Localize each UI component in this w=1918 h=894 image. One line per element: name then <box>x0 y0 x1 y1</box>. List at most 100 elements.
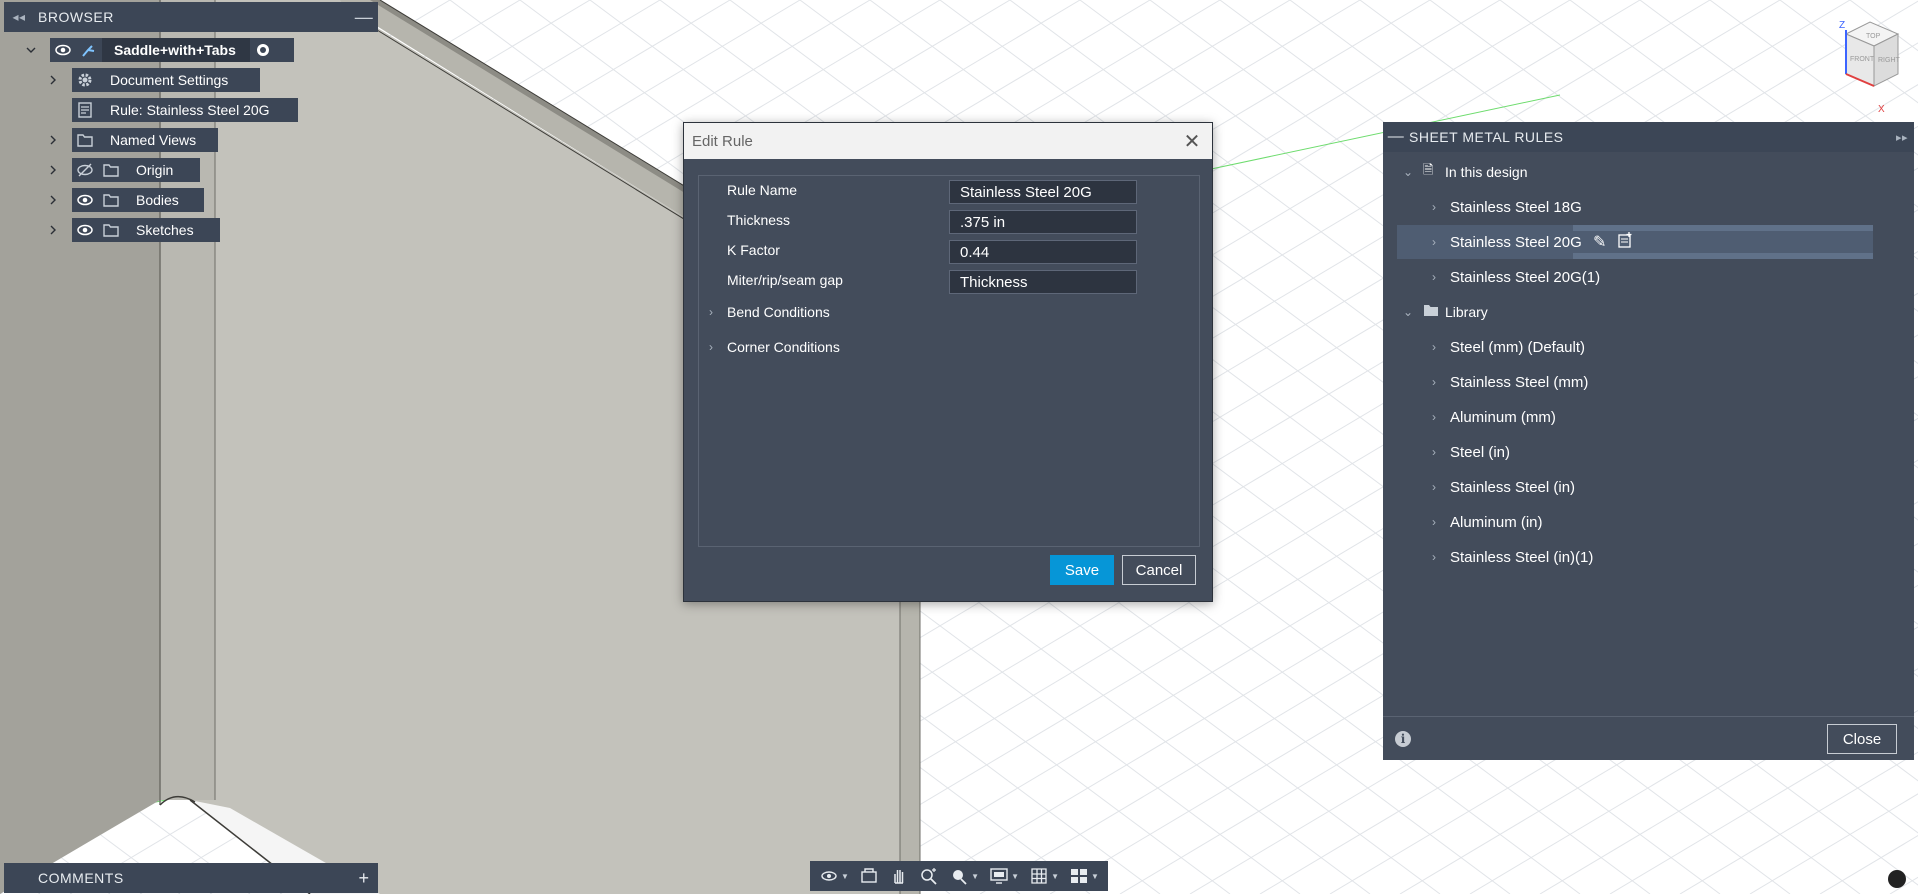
save-button[interactable]: Save <box>1050 555 1114 585</box>
gear-icon <box>72 68 98 92</box>
library-label: Library <box>1445 304 1488 320</box>
edit-pencil-icon[interactable]: ✎ <box>1593 232 1606 252</box>
library-item-label: Stainless Steel (in) <box>1450 478 1576 496</box>
library-item[interactable]: › Stainless Steel (in) <box>1383 470 1873 504</box>
chevron-right-icon[interactable] <box>46 188 60 212</box>
component-icon <box>76 38 102 62</box>
display-icon <box>990 868 1008 884</box>
eye-icon[interactable] <box>72 218 98 242</box>
library-item-label: Stainless Steel (in)(1) <box>1450 548 1594 566</box>
expand-panel-icon[interactable]: ▸▸ <box>1890 131 1914 144</box>
display-settings-button[interactable]: ▼ <box>989 866 1019 886</box>
rule-name-label: Rule Name <box>727 182 798 198</box>
sheet-metal-rule-icon <box>72 98 98 122</box>
rule-item-selected[interactable]: › Stainless Steel 20G ✎ <box>1397 225 1873 259</box>
chevron-right-icon[interactable] <box>46 218 60 242</box>
browser-title: BROWSER <box>38 9 114 25</box>
minimize-icon[interactable]: — <box>350 7 378 28</box>
root-label: Saddle+with+Tabs <box>102 38 250 62</box>
group-library[interactable]: ⌄ Library <box>1383 295 1873 329</box>
sketches-label: Sketches <box>136 222 194 238</box>
library-item-label: Aluminum (in) <box>1450 513 1543 531</box>
miter-gap-label: Miter/rip/seam gap <box>727 272 843 288</box>
library-item[interactable]: › Steel (in) <box>1383 435 1873 469</box>
chevron-right-icon: › <box>709 340 713 354</box>
chevron-right-icon[interactable]: › <box>1427 550 1441 564</box>
chevron-right-icon[interactable]: › <box>1427 270 1441 284</box>
library-item-label: Steel (mm) (Default) <box>1450 338 1586 356</box>
orbit-icon <box>821 871 837 881</box>
rule-item[interactable]: › Stainless Steel 20G(1) <box>1383 260 1873 294</box>
chevron-right-icon[interactable] <box>46 68 60 92</box>
close-icon[interactable]: ✕ <box>1172 129 1212 154</box>
eye-icon[interactable] <box>50 38 76 62</box>
library-item[interactable]: › Aluminum (in) <box>1383 505 1873 539</box>
pan-button[interactable] <box>889 866 909 886</box>
add-comment-icon[interactable]: + <box>350 868 378 889</box>
rule-item-label: Stainless Steel 18G <box>1450 198 1582 216</box>
chevron-right-icon[interactable]: › <box>1427 375 1441 389</box>
viewports-button[interactable]: ▼ <box>1069 866 1099 886</box>
zoom-icon <box>921 868 937 885</box>
rule-item-label: Stainless Steel 20G(1) <box>1450 268 1601 286</box>
comments-bar[interactable]: COMMENTS + <box>4 863 378 893</box>
folder-icon <box>98 188 124 212</box>
dialog-title: Edit Rule <box>692 132 753 150</box>
rules-header: — SHEET METAL RULES ▸▸ <box>1383 122 1914 152</box>
bend-conditions-expander[interactable]: › Bend Conditions <box>709 304 830 320</box>
radio-active-icon[interactable] <box>250 38 276 62</box>
fit-icon <box>953 870 967 885</box>
viewcube-top-label: TOP <box>1866 33 1881 40</box>
chevron-down-icon[interactable]: ⌄ <box>1401 165 1415 179</box>
library-item-label: Aluminum (mm) <box>1450 408 1556 426</box>
info-icon[interactable]: i <box>1395 731 1411 747</box>
orbit-button[interactable]: ▼ <box>819 866 849 886</box>
viewcube[interactable]: TOP FRONT RIGHT Z X <box>1806 16 1906 116</box>
close-button[interactable]: Close <box>1827 724 1897 754</box>
group-in-this-design[interactable]: ⌄ 🗎 In this design <box>1383 155 1873 189</box>
library-item[interactable]: › Steel (mm) (Default) <box>1383 330 1873 364</box>
corner-conditions-expander[interactable]: › Corner Conditions <box>709 339 840 355</box>
named-views-label: Named Views <box>110 132 197 148</box>
library-item-label: Steel (in) <box>1450 443 1511 461</box>
grid-icon <box>1031 868 1047 884</box>
rule-name-input[interactable]: Stainless Steel 20G <box>949 180 1137 204</box>
folder-icon <box>1423 303 1439 321</box>
miter-gap-select[interactable]: Thickness <box>949 270 1137 294</box>
chevron-right-icon[interactable]: › <box>1427 200 1441 214</box>
dialog-titlebar[interactable]: Edit Rule ✕ <box>684 123 1212 159</box>
zoom-button[interactable] <box>919 866 939 886</box>
look-at-button[interactable] <box>859 866 879 886</box>
eye-hidden-icon[interactable] <box>72 158 98 182</box>
eye-icon[interactable] <box>72 188 98 212</box>
chevron-right-icon[interactable]: › <box>1427 515 1441 529</box>
chevron-right-icon[interactable]: › <box>1427 480 1441 494</box>
chevron-down-icon[interactable]: ⌄ <box>1401 305 1415 319</box>
chevron-down-icon[interactable] <box>24 38 38 62</box>
collapse-panel-icon[interactable]: ◂◂ <box>4 10 34 24</box>
rule-item[interactable]: › Stainless Steel 18G <box>1383 190 1873 224</box>
k-factor-input[interactable]: 0.44 <box>949 240 1137 264</box>
chevron-right-icon[interactable]: › <box>1427 445 1441 459</box>
fit-button[interactable]: ▼ <box>949 866 979 886</box>
chevron-right-icon[interactable] <box>46 128 60 152</box>
chevron-right-icon[interactable] <box>46 158 60 182</box>
app-logo-icon <box>1888 870 1906 888</box>
rule-item-label: Stainless Steel 20G <box>1450 233 1582 251</box>
library-item[interactable]: › Stainless Steel (mm) <box>1383 365 1873 399</box>
chevron-right-icon[interactable]: › <box>1427 410 1441 424</box>
minimize-icon[interactable]: — <box>1383 128 1409 146</box>
cancel-button[interactable]: Cancel <box>1122 555 1196 585</box>
corner-conditions-label: Corner Conditions <box>727 339 840 355</box>
rules-title: SHEET METAL RULES <box>1409 129 1564 145</box>
thickness-input[interactable]: .375 in <box>949 210 1137 234</box>
thickness-label: Thickness <box>727 212 791 228</box>
chevron-right-icon[interactable]: › <box>1427 235 1441 249</box>
copy-rule-icon[interactable] <box>1617 231 1635 253</box>
grid-settings-button[interactable]: ▼ <box>1029 866 1059 886</box>
viewcube-right-label: RIGHT <box>1878 57 1901 64</box>
axis-z-label: Z <box>1839 20 1845 31</box>
library-item[interactable]: › Aluminum (mm) <box>1383 400 1873 434</box>
chevron-right-icon[interactable]: › <box>1427 340 1441 354</box>
library-item[interactable]: › Stainless Steel (in)(1) <box>1383 540 1873 574</box>
